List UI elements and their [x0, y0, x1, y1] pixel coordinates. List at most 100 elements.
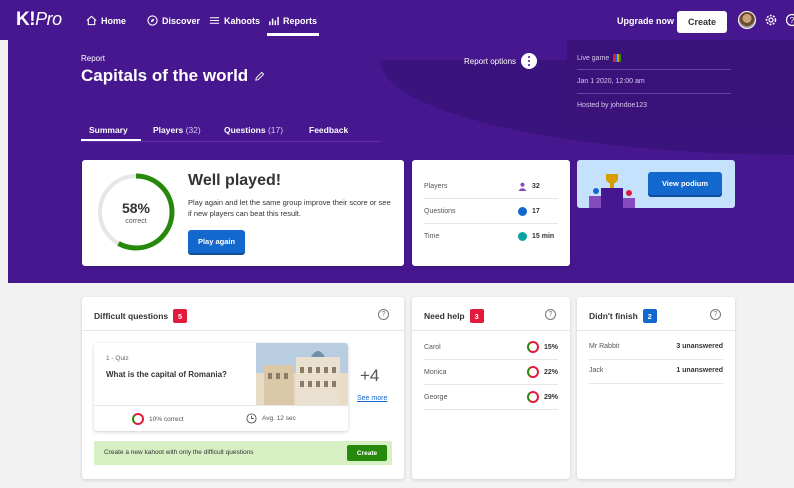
report-options-button[interactable]: Report options	[464, 53, 538, 69]
tab-players[interactable]: Players (32)	[153, 125, 201, 135]
stats-card: Players 32 Questions 17 Time 15 min	[412, 160, 570, 266]
more-options-icon	[521, 53, 538, 69]
card-title: Didn't finish	[589, 311, 638, 321]
difficult-questions-card: Difficult questions 5 ? 1 - Quiz What is…	[82, 297, 404, 479]
question-avg-time: Avg. 12 sec	[246, 413, 296, 424]
stat-value: 17	[532, 208, 540, 215]
tab-summary[interactable]: Summary	[89, 125, 128, 135]
trophy-illustration	[589, 174, 635, 208]
list-item[interactable]: Jack 1 unanswered	[589, 367, 723, 374]
count-badge: 2	[642, 309, 657, 323]
player-name: George	[424, 393, 448, 401]
tab-feedback[interactable]: Feedback	[309, 125, 348, 135]
help-icon[interactable]: ?	[785, 13, 794, 27]
logo-pro-text: Pro	[35, 9, 62, 29]
live-game-icon	[613, 54, 622, 62]
nav-kahoots[interactable]: Kahoots	[209, 15, 260, 26]
player-name: Monica	[424, 368, 447, 376]
gear-icon[interactable]	[764, 13, 778, 27]
nav-discover[interactable]: Discover	[147, 15, 200, 26]
need-help-header: Need help 3	[424, 309, 484, 323]
percent-correct-label: correct	[125, 218, 147, 225]
divider	[424, 198, 558, 199]
question-correct-text: 10% correct	[149, 415, 184, 423]
avatar[interactable]	[738, 11, 756, 29]
more-questions-count: +4	[360, 366, 380, 385]
player-name: Carol	[424, 343, 441, 351]
divider	[82, 330, 404, 331]
score-ring-icon	[526, 391, 539, 403]
player-name: Jack	[589, 367, 604, 374]
report-title: Capitals of the world	[81, 66, 265, 86]
divider	[424, 223, 558, 224]
live-game-label: Live game	[577, 54, 622, 62]
play-again-button[interactable]: Play again	[188, 230, 245, 253]
kahoot-logo[interactable]: K!Pro	[16, 9, 62, 31]
question-card[interactable]: 1 - Quiz What is the capital of Romania?…	[94, 343, 348, 431]
divider	[589, 359, 723, 360]
logo-text: K!	[16, 9, 36, 30]
list-item[interactable]: Mr Rabbit 3 unanswered	[589, 343, 723, 350]
view-podium-button[interactable]: View podium	[648, 172, 722, 195]
stat-players: Players 32	[424, 182, 558, 191]
tabs-divider	[81, 141, 381, 142]
list-icon	[209, 17, 220, 24]
list-item[interactable]: Monica 22%	[424, 366, 558, 378]
list-item[interactable]: George 29%	[424, 391, 558, 403]
didnt-finish-header: Didn't finish 2	[589, 309, 657, 323]
upgrade-now-link[interactable]: Upgrade now	[617, 16, 674, 26]
questions-icon	[518, 207, 527, 216]
question-avg-time-text: Avg. 12 sec	[262, 415, 296, 422]
divider	[577, 69, 731, 70]
pencil-icon[interactable]	[254, 71, 265, 82]
report-label: Report	[81, 54, 106, 63]
tab-questions[interactable]: Questions (17)	[224, 125, 283, 135]
hosted-by: Hosted by johndoe123	[577, 102, 648, 109]
divider	[94, 405, 348, 406]
see-more-link[interactable]: See more	[357, 395, 387, 402]
stat-label: Time	[424, 233, 440, 240]
player-score: 22%	[543, 368, 558, 376]
player-name: Mr Rabbit	[589, 343, 620, 350]
create-button[interactable]: Create	[677, 11, 727, 33]
stat-time: Time 15 min	[424, 232, 558, 241]
score-ring-icon	[526, 341, 539, 353]
didnt-finish-card: Didn't finish 2 ? Mr Rabbit 3 unanswered…	[577, 297, 735, 479]
podium-card: View podium	[577, 160, 735, 208]
compass-icon	[147, 15, 158, 26]
summary-text: Play again and let the same group improv…	[188, 198, 391, 218]
list-item[interactable]: Carol 15%	[424, 341, 558, 353]
clock-icon	[518, 232, 527, 241]
question-text: What is the capital of Romania?	[106, 370, 227, 379]
game-date: Jan 1 2020, 12:00 am	[577, 78, 645, 85]
stat-label: Questions	[424, 208, 456, 215]
stat-label: Players	[424, 183, 448, 190]
card-title: Difficult questions	[94, 311, 169, 321]
report-title-text: Capitals of the world	[81, 66, 249, 85]
svg-text:?: ?	[790, 16, 794, 25]
create-difficult-kahoot-button[interactable]: Create	[347, 445, 387, 461]
bar-chart-icon	[269, 16, 279, 26]
clock-icon	[246, 413, 257, 424]
summary-heading: Well played!	[188, 172, 282, 189]
divider	[589, 383, 723, 384]
divider	[412, 330, 570, 331]
players-icon	[518, 182, 527, 191]
nav-reports[interactable]: Reports	[268, 15, 317, 26]
help-icon[interactable]: ?	[545, 309, 556, 320]
percent-correct: 58%	[121, 200, 151, 216]
help-icon[interactable]: ?	[378, 309, 389, 320]
create-difficult-kahoot-banner: Create a new kahoot with only the diffic…	[94, 441, 392, 465]
difficult-questions-header: Difficult questions 5	[94, 309, 188, 323]
question-type: 1 - Quiz	[106, 355, 129, 362]
count-badge: 5	[173, 309, 188, 323]
stat-value: 15 min	[532, 233, 555, 240]
help-icon[interactable]: ?	[710, 309, 721, 320]
create-difficult-kahoot-text: Create a new kahoot with only the diffic…	[104, 449, 254, 456]
nav-home[interactable]: Home	[86, 15, 126, 26]
unanswered-count: 1 unanswered	[676, 367, 723, 374]
divider	[424, 409, 558, 410]
divider	[577, 330, 735, 331]
active-tab-indicator	[81, 139, 141, 141]
count-badge: 3	[469, 309, 484, 323]
